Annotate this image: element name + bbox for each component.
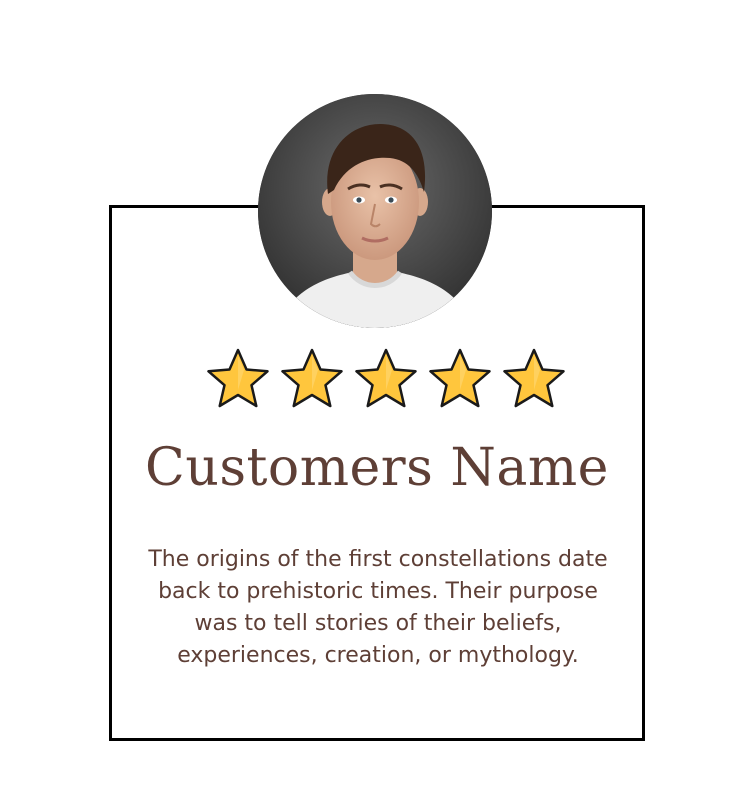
customer-photo (258, 94, 492, 328)
star-icon (353, 346, 419, 412)
customer-name: Customers Name (145, 438, 609, 498)
star-icon (279, 346, 345, 412)
star-icon (501, 346, 567, 412)
star-icon (427, 346, 493, 412)
star-icon (205, 346, 271, 412)
testimonial-quote: The origins of the first constellations … (148, 547, 608, 668)
star-rating (205, 346, 567, 412)
avatar (258, 94, 492, 328)
